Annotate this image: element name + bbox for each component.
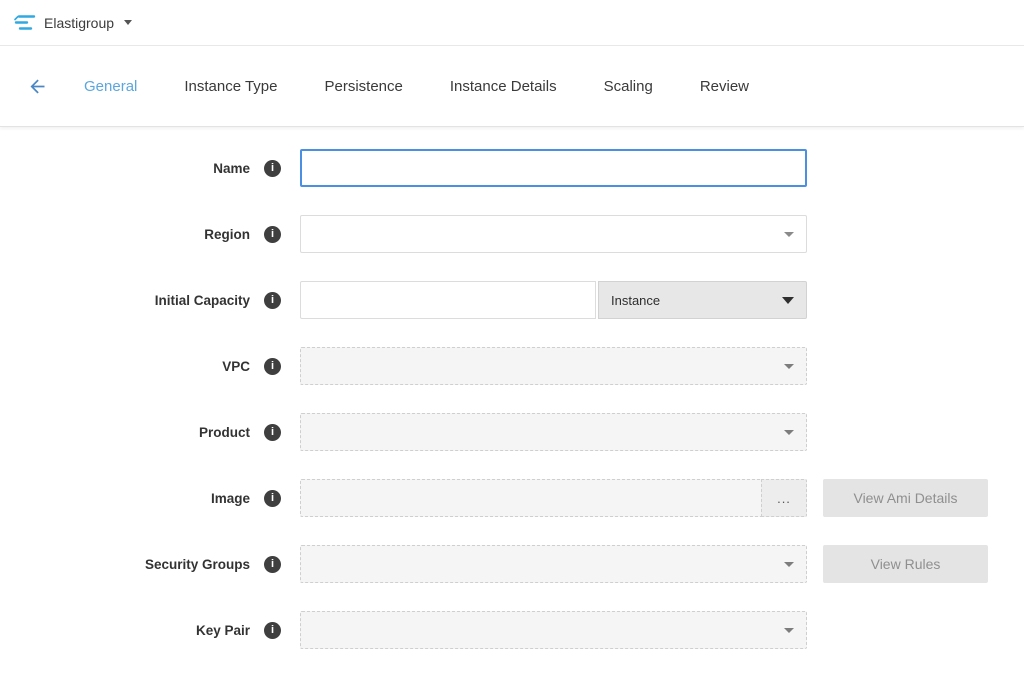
product-label: Product bbox=[0, 425, 250, 440]
info-icon[interactable]: i bbox=[264, 424, 281, 441]
wizard-tabbar: General Instance Type Persistence Instan… bbox=[0, 46, 1024, 127]
info-icon[interactable]: i bbox=[264, 556, 281, 573]
capacity-unit-value: Instance bbox=[611, 293, 660, 308]
chevron-down-icon bbox=[784, 430, 794, 435]
initial-capacity-input[interactable] bbox=[300, 281, 596, 319]
app-switcher-dropdown[interactable]: Elastigroup bbox=[14, 14, 132, 31]
region-select[interactable] bbox=[300, 215, 807, 253]
tab-review[interactable]: Review bbox=[700, 68, 749, 105]
info-icon[interactable]: i bbox=[264, 226, 281, 243]
back-arrow-icon[interactable] bbox=[22, 71, 52, 101]
key-pair-label: Key Pair bbox=[0, 623, 250, 638]
image-input-group: ... bbox=[300, 479, 807, 517]
tab-general[interactable]: General bbox=[84, 68, 137, 105]
form-row-vpc: VPC i bbox=[0, 347, 1024, 385]
elastigroup-logo-icon bbox=[14, 14, 36, 31]
view-rules-button[interactable]: View Rules bbox=[823, 545, 988, 583]
image-browse-button[interactable]: ... bbox=[761, 479, 807, 517]
chevron-down-icon bbox=[784, 232, 794, 237]
name-input[interactable] bbox=[300, 149, 807, 187]
view-ami-details-button[interactable]: View Ami Details bbox=[823, 479, 988, 517]
tab-instance-details[interactable]: Instance Details bbox=[450, 68, 557, 105]
region-label: Region bbox=[0, 227, 250, 242]
tab-persistence[interactable]: Persistence bbox=[325, 68, 403, 105]
image-label: Image bbox=[0, 491, 250, 506]
form-row-region: Region i bbox=[0, 215, 1024, 253]
general-settings-form: Name i Region i Initial Capacity i Insta… bbox=[0, 127, 1024, 649]
info-icon[interactable]: i bbox=[264, 292, 281, 309]
form-row-name: Name i bbox=[0, 149, 1024, 187]
security-groups-select bbox=[300, 545, 807, 583]
product-select bbox=[300, 413, 807, 451]
key-pair-select bbox=[300, 611, 807, 649]
info-icon[interactable]: i bbox=[264, 490, 281, 507]
form-row-key-pair: Key Pair i bbox=[0, 611, 1024, 649]
chevron-down-icon bbox=[784, 628, 794, 633]
capacity-unit-select[interactable]: Instance bbox=[598, 281, 807, 319]
wizard-tabs: General Instance Type Persistence Instan… bbox=[84, 68, 796, 105]
name-label: Name bbox=[0, 161, 250, 176]
security-groups-label: Security Groups bbox=[0, 557, 250, 572]
initial-capacity-label: Initial Capacity bbox=[0, 293, 250, 308]
form-row-image: Image i ... View Ami Details bbox=[0, 479, 1024, 517]
info-icon[interactable]: i bbox=[264, 622, 281, 639]
tab-scaling[interactable]: Scaling bbox=[604, 68, 653, 105]
vpc-select bbox=[300, 347, 807, 385]
image-input bbox=[300, 479, 761, 517]
chevron-down-icon bbox=[784, 364, 794, 369]
form-row-product: Product i bbox=[0, 413, 1024, 451]
form-row-initial-capacity: Initial Capacity i Instance bbox=[0, 281, 1024, 319]
tab-instance-type[interactable]: Instance Type bbox=[184, 68, 277, 105]
info-icon[interactable]: i bbox=[264, 160, 281, 177]
vpc-label: VPC bbox=[0, 359, 250, 374]
form-row-security-groups: Security Groups i View Rules bbox=[0, 545, 1024, 583]
chevron-down-icon bbox=[782, 297, 794, 304]
app-name: Elastigroup bbox=[44, 15, 114, 31]
chevron-down-icon bbox=[784, 562, 794, 567]
topbar: Elastigroup bbox=[0, 0, 1024, 46]
info-icon[interactable]: i bbox=[264, 358, 281, 375]
chevron-down-icon bbox=[124, 20, 132, 25]
